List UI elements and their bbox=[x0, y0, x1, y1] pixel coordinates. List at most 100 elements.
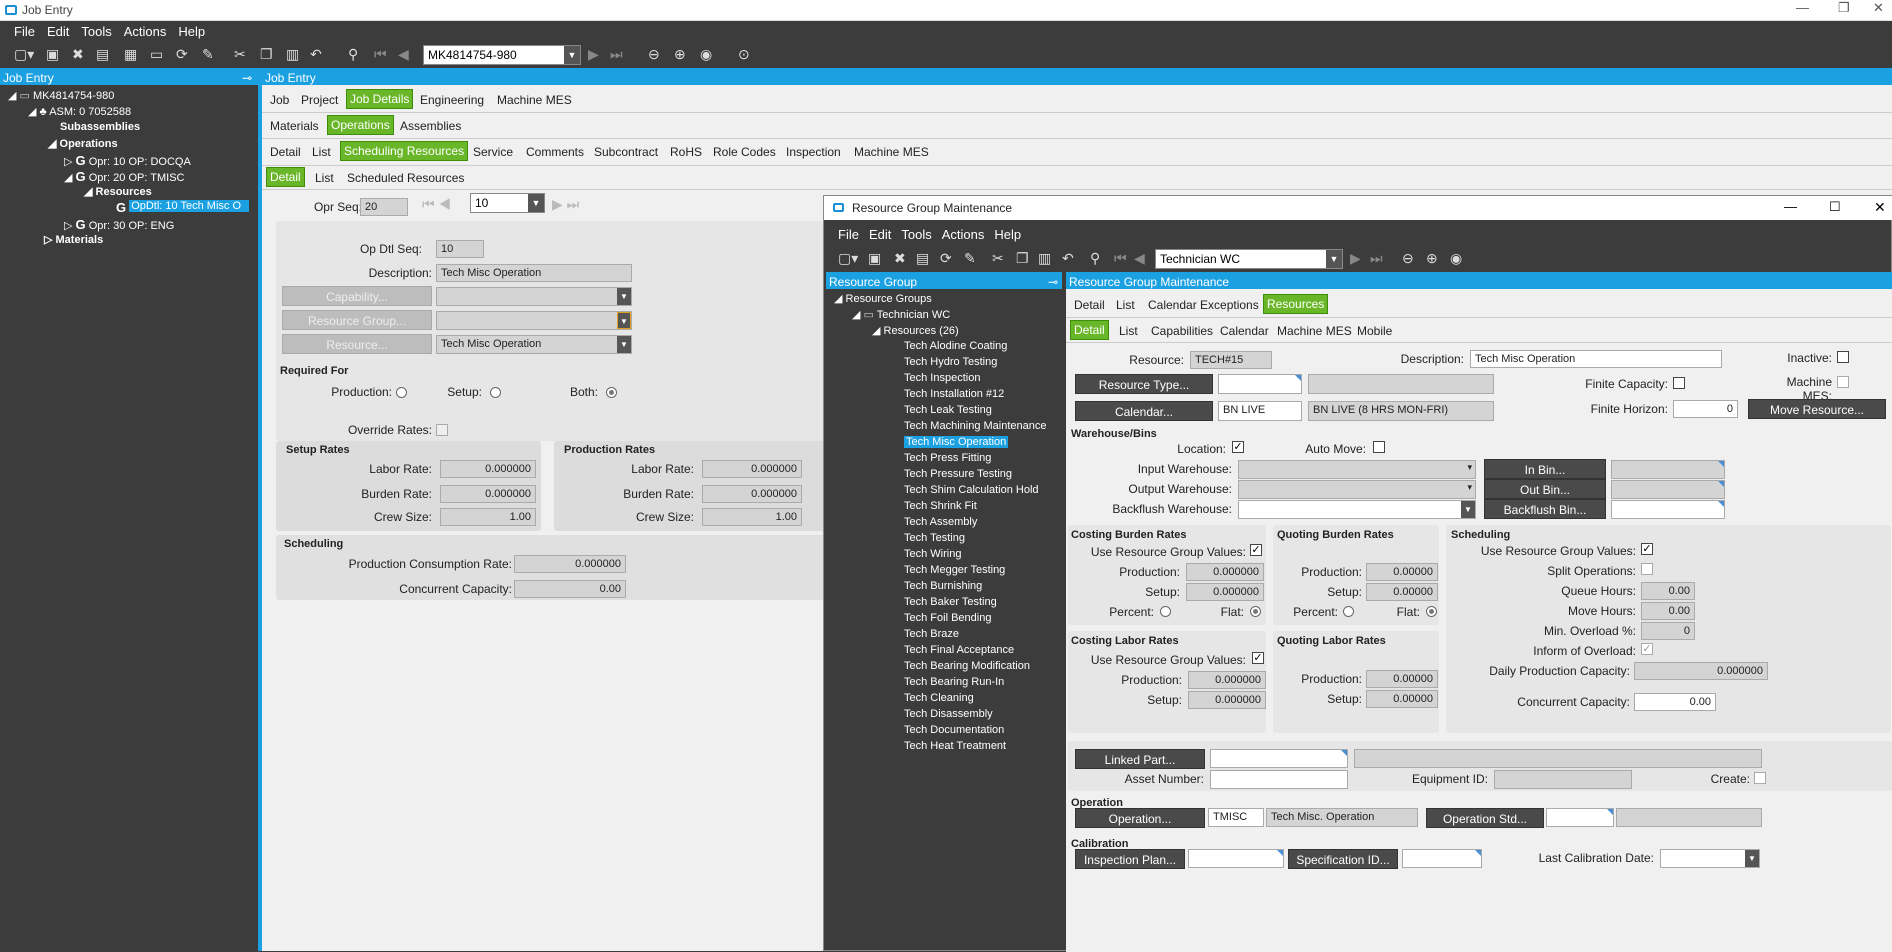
rgm-tab-detail-2[interactable]: Detail bbox=[1070, 320, 1109, 340]
resource-list-item[interactable]: Tech Testing bbox=[904, 532, 965, 544]
rgm-brush-icon[interactable]: ✎ bbox=[964, 250, 976, 267]
tab-rohs[interactable]: RoHS bbox=[667, 143, 705, 161]
binoculars-icon[interactable]: ⚲ bbox=[348, 46, 358, 63]
resource-list-item[interactable]: Tech Installation #12 bbox=[904, 388, 1004, 400]
tree-node-opdtl[interactable]: G OpDtl: 10 Tech Misc O bbox=[116, 200, 250, 215]
cut-icon[interactable]: ✂ bbox=[234, 46, 246, 63]
calendar-field[interactable]: BN LIVE bbox=[1218, 401, 1302, 421]
queue-hours-field[interactable]: 0.00 bbox=[1641, 582, 1695, 600]
resource-list-item[interactable]: Tech Machining Maintenance bbox=[904, 420, 1046, 432]
rgm-tree-group[interactable]: ◢ ▭ Technician WC bbox=[852, 308, 950, 321]
sched-use-rg-checkbox[interactable]: ✓ bbox=[1641, 543, 1653, 555]
resource-list-item[interactable]: Tech Press Fitting bbox=[904, 452, 991, 464]
linked-part-button[interactable]: Linked Part... bbox=[1075, 749, 1205, 769]
linked-part-field[interactable] bbox=[1210, 749, 1348, 768]
rgm-undo-icon[interactable]: ↶ bbox=[1062, 250, 1074, 267]
tab-detail-2[interactable]: Detail bbox=[266, 167, 305, 187]
opr-nav-first-icon[interactable]: ⏮ ◀ bbox=[422, 196, 451, 213]
setup-radio[interactable] bbox=[490, 387, 501, 398]
opr-seq-field[interactable]: 20 bbox=[360, 198, 408, 216]
rgm-tab-list[interactable]: List bbox=[1113, 296, 1138, 314]
play-icon[interactable]: ⊙ bbox=[738, 46, 750, 63]
tab-scheduling-resources[interactable]: Scheduling Resources bbox=[340, 141, 469, 161]
resource-list-item[interactable]: Tech Leak Testing bbox=[904, 404, 992, 416]
rgm-close-icon[interactable]: ✕ bbox=[1874, 199, 1886, 216]
finite-horizon-field[interactable]: 0 bbox=[1673, 400, 1738, 418]
tab-engineering[interactable]: Engineering bbox=[417, 91, 487, 109]
pin-icon[interactable]: ⊸ bbox=[242, 71, 252, 85]
tab-list-2[interactable]: List bbox=[312, 169, 337, 187]
ql-production-field[interactable]: 0.00000 bbox=[1366, 670, 1438, 688]
input-warehouse-combo[interactable]: ▾ bbox=[1238, 460, 1476, 479]
tab-operations[interactable]: Operations bbox=[327, 115, 394, 135]
cb-production-field[interactable]: 0.000000 bbox=[1186, 563, 1264, 581]
rgm-binoculars-icon[interactable]: ⚲ bbox=[1090, 250, 1100, 267]
cl-use-rg-checkbox[interactable]: ✓ bbox=[1252, 652, 1264, 664]
clear-icon[interactable]: ▭ bbox=[150, 46, 163, 63]
setup-burden-field[interactable]: 0.000000 bbox=[440, 485, 536, 503]
resource-combo[interactable]: Tech Misc Operation ▼ bbox=[436, 335, 632, 354]
cb-setup-field[interactable]: 0.000000 bbox=[1186, 583, 1264, 601]
resource-list-item[interactable]: Tech Foil Bending bbox=[904, 612, 991, 624]
save-icon[interactable]: ▣ bbox=[46, 46, 59, 63]
rgm-attach-icon[interactable]: ▤ bbox=[916, 250, 929, 267]
resource-list-item[interactable]: Tech Burnishing bbox=[904, 580, 982, 592]
resource-id-field[interactable]: TECH#15 bbox=[1190, 351, 1272, 369]
cb-percent-radio[interactable] bbox=[1160, 606, 1171, 617]
forward-icon[interactable]: ⊕ bbox=[674, 46, 686, 63]
menu-actions[interactable]: Actions bbox=[124, 24, 167, 39]
resource-list-item[interactable]: Tech Cleaning bbox=[904, 692, 974, 704]
rgm-paste-icon[interactable]: ▥ bbox=[1038, 250, 1051, 267]
resource-group-button[interactable]: Resource Group... bbox=[282, 310, 432, 330]
min-overload-field[interactable]: 0 bbox=[1641, 622, 1695, 640]
conc-capacity-field[interactable]: 0.00 bbox=[1634, 693, 1716, 711]
setup-labor-field[interactable]: 0.000000 bbox=[440, 460, 536, 478]
chevron-down-icon[interactable]: ▼ bbox=[528, 194, 544, 212]
inform-overload-checkbox[interactable]: ✓ bbox=[1641, 643, 1653, 655]
chevron-down-icon[interactable]: ▼ bbox=[1326, 250, 1342, 268]
delete-icon[interactable]: ✖ bbox=[72, 46, 84, 63]
tab-job-details[interactable]: Job Details bbox=[346, 89, 414, 109]
tree-node-resources[interactable]: ◢ Resources bbox=[84, 185, 152, 198]
rgm-tab-mobile[interactable]: Mobile bbox=[1354, 322, 1395, 340]
rgm-copy-icon[interactable]: ❐ bbox=[1016, 250, 1029, 267]
first-record-icon[interactable]: ⏮ bbox=[374, 46, 387, 63]
calendar-button[interactable]: Calendar... bbox=[1075, 401, 1213, 421]
opr-combo[interactable]: 10 ▼ bbox=[470, 193, 545, 213]
setup-crew-field[interactable]: 1.00 bbox=[440, 508, 536, 526]
menu-help[interactable]: Help bbox=[178, 24, 205, 39]
close-icon[interactable]: ✕ bbox=[1873, 0, 1884, 16]
resource-list-item[interactable]: Tech Shim Calculation Hold bbox=[904, 484, 1039, 496]
backflush-bin-button[interactable]: Backflush Bin... bbox=[1484, 499, 1606, 519]
tree-node-asm[interactable]: ◢ ♣ ASM: 0 7052588 bbox=[28, 105, 131, 118]
resource-list-item[interactable]: Tech Misc Operation bbox=[904, 436, 1009, 448]
rgm-tree-root[interactable]: ◢ Resource Groups bbox=[834, 292, 932, 305]
qb-setup-field[interactable]: 0.00000 bbox=[1366, 583, 1438, 601]
operation-std-button[interactable]: Operation Std... bbox=[1426, 808, 1544, 828]
next-record-icon[interactable]: ▶ bbox=[588, 46, 599, 63]
rgm-menu-help[interactable]: Help bbox=[994, 227, 1021, 242]
backflush-bin-field[interactable] bbox=[1611, 500, 1725, 519]
location-checkbox[interactable]: ✓ bbox=[1232, 441, 1244, 453]
in-bin-field[interactable] bbox=[1611, 460, 1725, 479]
resource-list-item[interactable]: Tech Documentation bbox=[904, 724, 1004, 736]
tab-job[interactable]: Job bbox=[267, 91, 292, 109]
out-bin-field[interactable] bbox=[1611, 480, 1725, 499]
attach-icon[interactable]: ▤ bbox=[96, 46, 109, 63]
daily-capacity-field[interactable]: 0.000000 bbox=[1634, 662, 1768, 680]
resource-list-item[interactable]: Tech Final Acceptance bbox=[904, 644, 1014, 656]
opr-nav-next-icon[interactable]: ▶ ⏭ bbox=[552, 196, 579, 213]
rgm-refresh-icon[interactable]: ⟳ bbox=[940, 250, 952, 267]
rgm-next-icon[interactable]: ▶ bbox=[1350, 250, 1361, 267]
resource-button[interactable]: Resource... bbox=[282, 334, 432, 354]
rgm-cut-icon[interactable]: ✂ bbox=[992, 250, 1004, 267]
tab-subcontract[interactable]: Subcontract bbox=[591, 143, 661, 161]
rgm-menu-edit[interactable]: Edit bbox=[869, 227, 891, 242]
rgm-tab-capabilities[interactable]: Capabilities bbox=[1148, 322, 1216, 340]
chevron-down-icon[interactable]: ▼ bbox=[564, 46, 580, 64]
tree-node-subassemblies[interactable]: Subassemblies bbox=[60, 121, 140, 133]
minimize-icon[interactable]: — bbox=[1796, 0, 1809, 15]
equipment-id-field[interactable] bbox=[1494, 770, 1632, 789]
ql-setup-field[interactable]: 0.00000 bbox=[1366, 690, 1438, 708]
tab-comments[interactable]: Comments bbox=[523, 143, 587, 161]
